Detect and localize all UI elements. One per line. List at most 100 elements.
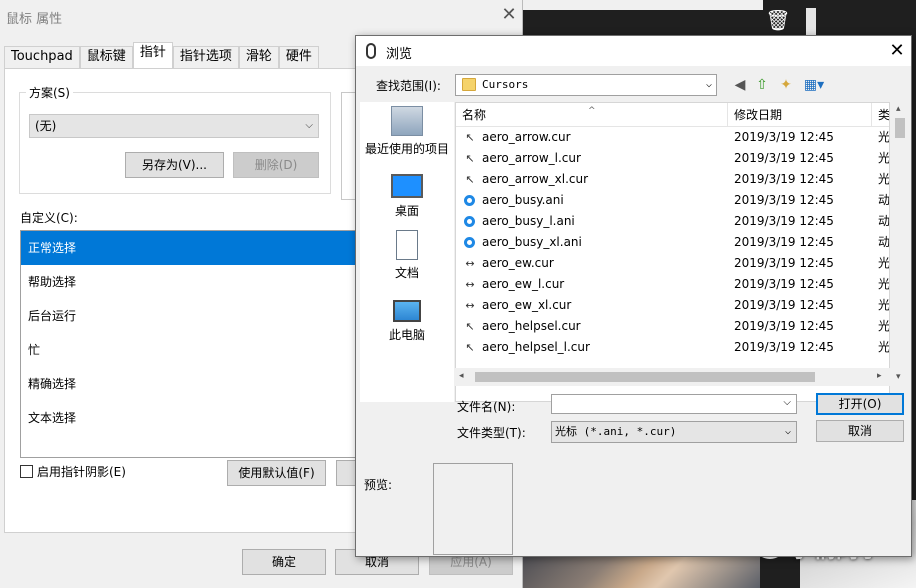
file-type: 光: [878, 172, 890, 186]
file-row[interactable]: aero_busy_l.ani 2019/3/19 12:45 动: [456, 211, 889, 232]
file-list[interactable]: ^ 名称 修改日期 类 ↖ aero_arrow.cur 2019/3/19 12:…: [455, 102, 890, 402]
busy-cursor-icon: [464, 195, 475, 206]
scheme-select[interactable]: (无) ⌵: [29, 114, 319, 138]
column-type[interactable]: 类: [872, 103, 889, 127]
list-item[interactable]: 忙: [21, 333, 359, 367]
chevron-down-icon: ⌵: [784, 426, 791, 437]
column-date[interactable]: 修改日期: [728, 103, 872, 127]
file-date: 2019/3/19 12:45: [734, 277, 834, 291]
place-label: 文档: [394, 266, 419, 280]
chevron-down-icon: ⌵: [705, 79, 712, 90]
file-row[interactable]: ↖ aero_arrow.cur 2019/3/19 12:45 光: [456, 127, 889, 148]
preview-box: [433, 463, 513, 555]
column-name[interactable]: ^ 名称: [456, 103, 728, 127]
list-item[interactable]: 精确选择: [21, 367, 359, 401]
filetype-select[interactable]: 光标 (*.ani, *.cur) ⌵: [551, 421, 797, 443]
file-type: 光: [878, 340, 890, 354]
resize-ew-cursor-icon: ↔: [465, 257, 475, 270]
pointer-shadow-checkbox[interactable]: 启用指针阴影(E): [20, 463, 126, 480]
scheme-group: [19, 92, 331, 194]
file-name: aero_helpsel.cur: [482, 319, 581, 333]
checkbox-box[interactable]: [20, 465, 33, 478]
help-cursor-icon: ↖: [465, 320, 475, 333]
file-row[interactable]: ↖ aero_arrow_l.cur 2019/3/19 12:45 光: [456, 148, 889, 169]
tab-hardware[interactable]: 硬件: [278, 46, 319, 68]
file-list-vscroll[interactable]: ▴ ▾: [891, 102, 909, 386]
arrow-cursor-icon: ↖: [465, 131, 475, 144]
file-name: aero_busy.ani: [482, 193, 564, 207]
tab-pointer-options[interactable]: 指针选项: [172, 46, 239, 68]
scheme-value: (无): [35, 119, 57, 133]
scroll-left-icon[interactable]: ◂: [459, 371, 464, 381]
background-bar: [523, 0, 763, 10]
file-row[interactable]: ↖ aero_helpsel_l.cur 2019/3/19 12:45 光: [456, 337, 889, 358]
tab-pointers[interactable]: 指针: [132, 42, 173, 68]
preview-label: 预览:: [364, 478, 393, 492]
scroll-thumb[interactable]: [475, 372, 815, 382]
up-folder-icon[interactable]: ⇧: [753, 76, 771, 94]
file-row[interactable]: aero_busy_xl.ani 2019/3/19 12:45 动: [456, 232, 889, 253]
file-list-hscroll[interactable]: ◂ ▸: [455, 368, 891, 386]
scroll-right-icon[interactable]: ▸: [877, 371, 882, 381]
place-this-pc[interactable]: 此电脑: [360, 292, 454, 343]
folder-icon: [462, 78, 476, 91]
scroll-down-icon[interactable]: ▾: [896, 372, 901, 382]
tab-touchpad[interactable]: Touchpad: [4, 46, 80, 68]
place-label: 最近使用的项目: [364, 142, 449, 156]
list-item[interactable]: 文本选择: [21, 401, 359, 435]
ok-button[interactable]: 确定: [242, 549, 326, 575]
file-type: 光: [878, 130, 890, 144]
open-button[interactable]: 打开(O): [816, 393, 904, 415]
file-name: aero_arrow_xl.cur: [482, 172, 589, 186]
pointer-shadow-label: 启用指针阴影(E): [37, 465, 126, 479]
look-in-label: 查找范围(I):: [376, 79, 441, 93]
file-row[interactable]: ↔ aero_ew_xl.cur 2019/3/19 12:45 光: [456, 295, 889, 316]
file-row[interactable]: ↔ aero_ew.cur 2019/3/19 12:45 光: [456, 253, 889, 274]
back-icon[interactable]: ◀: [731, 76, 749, 94]
file-type: 光: [878, 319, 890, 333]
arrow-cursor-icon: ↖: [465, 173, 475, 186]
file-row[interactable]: ↖ aero_arrow_xl.cur 2019/3/19 12:45 光: [456, 169, 889, 190]
file-name: aero_ew_l.cur: [482, 277, 565, 291]
new-folder-icon[interactable]: ✦: [777, 76, 795, 94]
documents-icon: [396, 230, 418, 260]
places-bar: 最近使用的项目 桌面 文档 此电脑: [360, 102, 454, 402]
scroll-thumb[interactable]: [895, 118, 905, 138]
file-row[interactable]: ↔ aero_ew_l.cur 2019/3/19 12:45 光: [456, 274, 889, 295]
file-date: 2019/3/19 12:45: [734, 130, 834, 144]
place-recent[interactable]: 最近使用的项目: [360, 106, 454, 157]
use-default-button[interactable]: 使用默认值(F): [227, 460, 326, 486]
filename-input[interactable]: ⌵: [551, 394, 797, 414]
file-type: 光: [878, 256, 890, 270]
look-in-value: Cursors: [482, 78, 529, 91]
trash-icon[interactable]: 🗑: [765, 6, 791, 34]
window-title: 鼠标 属性: [6, 12, 63, 27]
list-item[interactable]: 帮助选择: [21, 265, 359, 299]
file-type: 光: [878, 298, 890, 312]
cursor-list[interactable]: 正常选择 帮助选择 后台运行 忙 精确选择 文本选择: [20, 230, 360, 458]
file-row[interactable]: aero_busy.ani 2019/3/19 12:45 动: [456, 190, 889, 211]
filename-label: 文件名(N):: [457, 400, 516, 414]
file-row[interactable]: ↖ aero_helpsel.cur 2019/3/19 12:45 光: [456, 316, 889, 337]
resize-ew-cursor-icon: ↔: [465, 278, 475, 291]
file-name: aero_arrow_l.cur: [482, 151, 581, 165]
close-icon[interactable]: ✕: [886, 40, 908, 62]
file-type: 光: [878, 277, 890, 291]
file-name: aero_ew.cur: [482, 256, 554, 270]
scroll-up-icon[interactable]: ▴: [896, 104, 901, 114]
look-in-select[interactable]: Cursors ⌵: [455, 74, 717, 96]
list-item[interactable]: 后台运行: [21, 299, 359, 333]
delete-button[interactable]: 删除(D): [233, 152, 319, 178]
tab-wheel[interactable]: 滑轮: [238, 46, 279, 68]
place-documents[interactable]: 文档: [360, 230, 454, 281]
resize-ew-cursor-icon: ↔: [465, 299, 475, 312]
file-name: aero_helpsel_l.cur: [482, 340, 590, 354]
close-icon[interactable]: ✕: [498, 4, 520, 26]
dialog-cancel-button[interactable]: 取消: [816, 420, 904, 442]
view-menu-icon[interactable]: ▦▾: [801, 76, 827, 94]
list-item[interactable]: 正常选择: [21, 231, 359, 265]
save-as-button[interactable]: 另存为(V)...: [125, 152, 224, 178]
tab-buttons[interactable]: 鼠标键: [79, 46, 133, 68]
mouse-icon: [366, 43, 376, 59]
place-desktop[interactable]: 桌面: [360, 168, 454, 219]
